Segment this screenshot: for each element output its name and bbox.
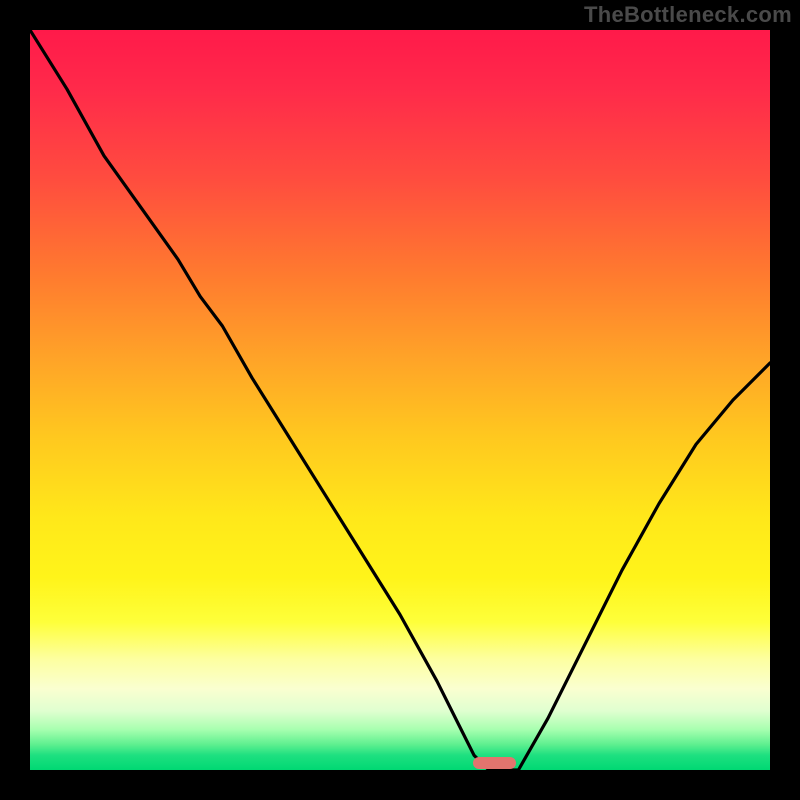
curve-svg (30, 30, 770, 770)
bottleneck-curve-path (30, 30, 770, 770)
optimal-marker (473, 757, 516, 769)
plot-area (30, 30, 770, 770)
chart-frame: TheBottleneck.com (0, 0, 800, 800)
watermark-text: TheBottleneck.com (584, 2, 792, 28)
